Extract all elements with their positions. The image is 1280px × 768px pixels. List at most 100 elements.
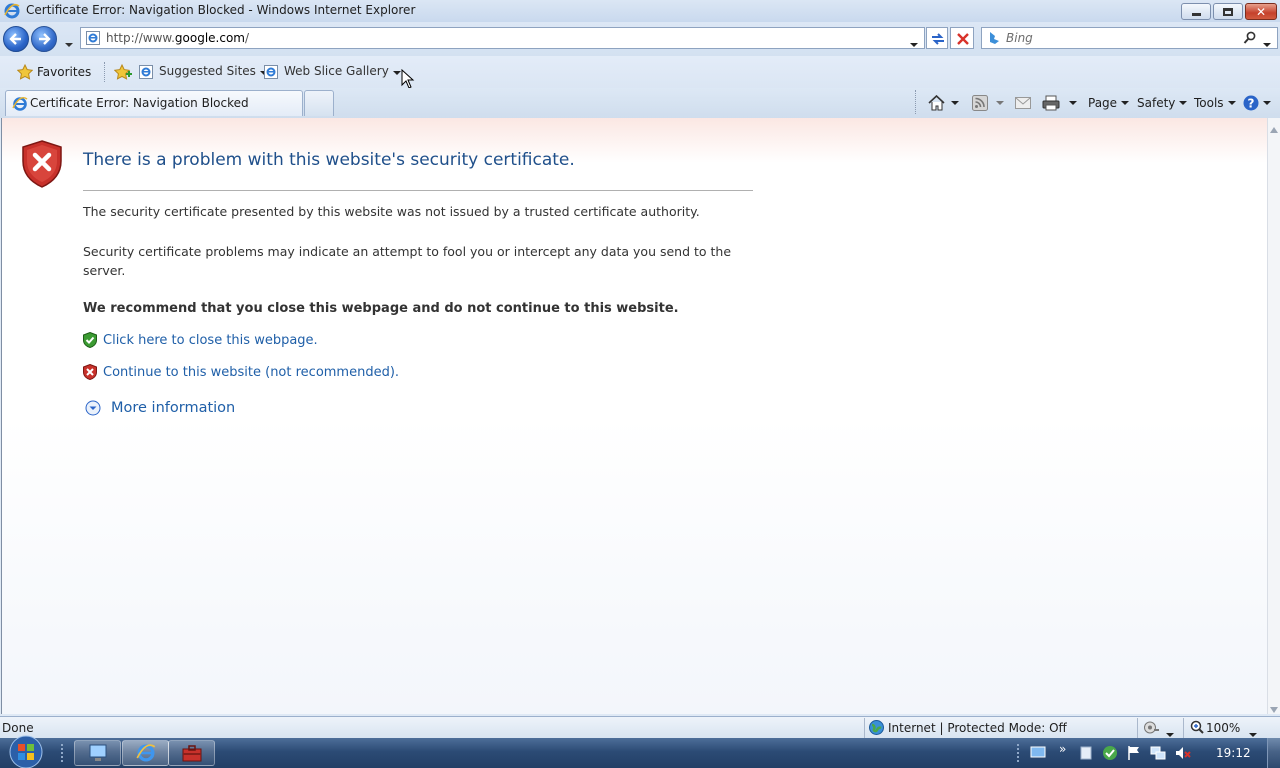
back-button[interactable] xyxy=(3,26,29,52)
tray-document-icon[interactable] xyxy=(1080,746,1092,763)
zoom-level[interactable]: 100% xyxy=(1206,721,1240,735)
home-dropdown-icon[interactable] xyxy=(951,101,959,105)
expand-chevron-icon[interactable] xyxy=(85,400,101,419)
taskbar-grip xyxy=(61,744,65,762)
tray-security-check-icon[interactable] xyxy=(1102,745,1118,764)
zoom-magnifier-icon xyxy=(1190,720,1204,737)
vertical-scrollbar[interactable] xyxy=(1267,118,1280,714)
status-divider xyxy=(1137,718,1138,738)
taskbar-internet-explorer-button[interactable] xyxy=(122,740,169,766)
page-title: There is a problem with this website's s… xyxy=(83,150,575,170)
help-dropdown-icon xyxy=(1263,101,1271,105)
close-window-button[interactable]: ✕ xyxy=(1245,3,1277,20)
web-slice-gallery-ie-icon xyxy=(264,65,278,82)
recommendation-text: We recommend that you close this webpage… xyxy=(83,301,679,316)
forward-button[interactable] xyxy=(31,26,57,52)
read-mail-button[interactable] xyxy=(1015,92,1031,114)
url-text[interactable]: http://www.google.com/ xyxy=(106,31,249,45)
security-zone-text[interactable]: Internet | Protected Mode: Off xyxy=(888,721,1067,735)
red-shield-icon xyxy=(83,363,97,383)
web-slice-gallery-link[interactable]: Web Slice Gallery xyxy=(284,64,401,78)
tools-menu-label: Tools xyxy=(1194,96,1224,110)
window-title: Certificate Error: Navigation Blocked - … xyxy=(26,3,416,17)
address-dropdown-icon[interactable] xyxy=(910,36,918,50)
show-desktop-button[interactable] xyxy=(1267,738,1280,768)
continue-to-website-link[interactable]: Continue to this website (not recommende… xyxy=(103,365,399,380)
more-information-link[interactable]: More information xyxy=(111,400,235,416)
feeds-button[interactable] xyxy=(972,92,1004,114)
heading-divider xyxy=(83,190,753,191)
tray-volume-muted-icon[interactable] xyxy=(1175,745,1191,764)
taskbar-clock[interactable]: 19:12 xyxy=(1216,746,1251,760)
favorites-bar: Favorites Suggested Sites Web Slice Gall… xyxy=(0,56,1280,89)
favorites-button[interactable]: Favorites xyxy=(8,60,94,84)
feeds-dropdown-icon[interactable] xyxy=(996,101,1004,105)
page-menu[interactable]: Page xyxy=(1088,92,1130,114)
privacy-settings-icon[interactable] xyxy=(1144,720,1160,738)
stop-button[interactable] xyxy=(950,27,974,49)
internet-zone-globe-icon xyxy=(869,720,884,738)
page-ie-icon xyxy=(86,31,100,48)
recent-pages-dropdown-icon[interactable] xyxy=(61,36,73,50)
status-divider xyxy=(864,718,865,738)
command-bar-divider xyxy=(915,90,916,114)
compatibility-refresh-button[interactable] xyxy=(926,27,948,49)
search-placeholder: Bing xyxy=(1006,31,1033,45)
help-menu[interactable]: ? xyxy=(1243,92,1271,114)
tab-label: Certificate Error: Navigation Blocked xyxy=(30,96,249,110)
tab-ie-icon xyxy=(12,96,28,115)
suggested-sites-link[interactable]: Suggested Sites xyxy=(159,64,268,78)
favorites-label: Favorites xyxy=(37,65,92,79)
safety-menu[interactable]: Safety xyxy=(1137,92,1188,114)
address-bar[interactable]: http://www.google.com/ xyxy=(80,27,925,49)
web-slice-gallery-dropdown-icon[interactable] xyxy=(392,71,401,75)
tab-bar: Certificate Error: Navigation Blocked Pa… xyxy=(0,88,1280,118)
restore-button[interactable] xyxy=(1213,3,1243,20)
toolbox-icon xyxy=(182,745,201,762)
show-hidden-icons-icon[interactable]: » xyxy=(1059,742,1066,756)
home-button[interactable] xyxy=(928,92,959,114)
start-button[interactable] xyxy=(6,735,46,768)
tray-grip xyxy=(1017,744,1021,762)
title-bar: Certificate Error: Navigation Blocked - … xyxy=(0,0,1280,22)
print-dropdown-icon[interactable] xyxy=(1069,101,1077,105)
back-arrow-icon xyxy=(9,33,21,45)
svg-text:?: ? xyxy=(1248,97,1255,111)
search-box[interactable]: Bing xyxy=(981,27,1278,49)
taskbar-explorer-button[interactable] xyxy=(74,740,121,766)
ie-logo-icon xyxy=(4,3,20,22)
scroll-up-icon[interactable] xyxy=(1270,122,1278,136)
printer-icon xyxy=(1042,95,1060,111)
certificate-warning-text: Security certificate problems may indica… xyxy=(83,244,732,278)
tools-menu-dropdown-icon xyxy=(1227,101,1236,105)
minimize-button[interactable] xyxy=(1181,3,1211,20)
print-button[interactable] xyxy=(1042,92,1077,114)
address-toolbar: http://www.google.com/ Bing xyxy=(0,22,1280,56)
page-content: There is a problem with this website's s… xyxy=(1,118,1267,714)
stop-icon xyxy=(957,33,969,45)
safety-menu-dropdown-icon xyxy=(1179,101,1188,105)
home-icon xyxy=(928,95,945,111)
suggested-sites-ie-icon xyxy=(139,65,153,82)
close-icon: ✕ xyxy=(1255,4,1267,19)
page-menu-dropdown-icon xyxy=(1121,101,1130,105)
add-to-favorites-bar-icon[interactable] xyxy=(113,63,132,83)
safety-menu-label: Safety xyxy=(1137,96,1176,110)
search-options-dropdown-icon[interactable] xyxy=(1263,36,1271,50)
tab-certificate-error[interactable]: Certificate Error: Navigation Blocked xyxy=(5,90,303,116)
minimize-icon xyxy=(1191,13,1201,16)
status-text: Done xyxy=(2,721,34,735)
tray-display-icon[interactable] xyxy=(1030,746,1046,763)
security-error-shield-icon xyxy=(22,140,62,191)
tray-action-center-flag-icon[interactable] xyxy=(1127,745,1141,764)
toolbar-divider xyxy=(104,62,105,82)
scroll-down-icon[interactable] xyxy=(1270,702,1278,716)
new-tab-button[interactable] xyxy=(304,90,334,116)
tools-menu[interactable]: Tools xyxy=(1194,92,1236,114)
restore-icon xyxy=(1223,7,1233,16)
search-icon[interactable] xyxy=(1243,31,1257,48)
mail-icon xyxy=(1015,97,1031,109)
taskbar-toolbox-button[interactable] xyxy=(168,740,215,766)
close-webpage-link[interactable]: Click here to close this webpage. xyxy=(103,333,318,348)
tray-network-icon[interactable] xyxy=(1150,745,1166,764)
